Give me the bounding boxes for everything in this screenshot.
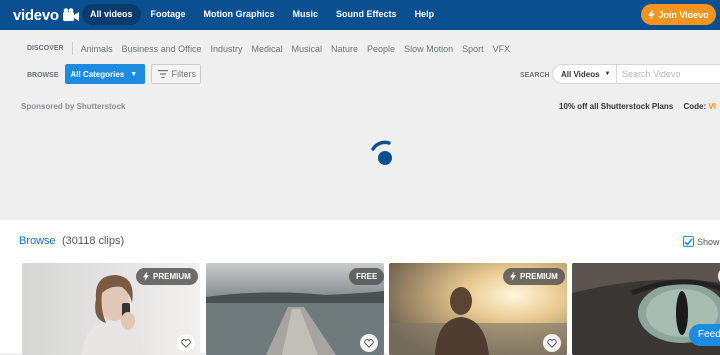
filter-icon bbox=[157, 70, 168, 78]
search-type-value: All Videos bbox=[561, 69, 600, 79]
discover-category-musical[interactable]: Musical bbox=[292, 44, 323, 54]
search-type-dropdown[interactable]: All Videos ▼ bbox=[552, 64, 617, 84]
sponsored-text: Sponsored by Shutterstock bbox=[21, 102, 126, 111]
badge-label: FREE bbox=[356, 272, 378, 281]
browse-label: BROWSE bbox=[27, 71, 59, 79]
discover-category-people[interactable]: People bbox=[367, 44, 395, 54]
promo-code-label: Code: bbox=[683, 102, 707, 111]
show-toggle[interactable]: Show bbox=[683, 236, 720, 247]
show-checkbox[interactable] bbox=[683, 236, 694, 247]
nav-sound-effects[interactable]: Sound Effects bbox=[328, 4, 405, 25]
discover-category-nature[interactable]: Nature bbox=[331, 44, 358, 54]
logo-text: videvo bbox=[13, 6, 59, 24]
lightning-icon bbox=[648, 9, 656, 20]
discover-category-industry[interactable]: Industry bbox=[210, 44, 242, 54]
free-badge: FREE bbox=[349, 268, 384, 285]
promo-text: 10% off all Shutterstock Plans bbox=[559, 102, 674, 111]
discover-category-medical[interactable]: Medical bbox=[251, 44, 282, 54]
heart-icon bbox=[181, 338, 191, 348]
filters-button[interactable]: Filters bbox=[150, 64, 201, 84]
check-icon bbox=[684, 237, 693, 246]
discover-category-vfx[interactable]: VFX bbox=[493, 44, 511, 54]
join-videvo-button[interactable]: Join Videvo bbox=[641, 4, 716, 25]
promo-code: VI bbox=[708, 102, 716, 111]
results-title: Browse bbox=[19, 235, 56, 247]
results-count: (30118 clips) bbox=[62, 235, 125, 247]
browse-controls: BROWSE All Categories ▼ Filters bbox=[27, 64, 201, 84]
nav-motion-graphics[interactable]: Motion Graphics bbox=[196, 4, 283, 25]
main-nav: All videos Footage Motion Graphics Music… bbox=[82, 4, 444, 25]
clip-card[interactable]: PREMIUM bbox=[22, 263, 200, 355]
discover-label: DISCOVER bbox=[27, 45, 64, 52]
search-label: SEARCH bbox=[520, 72, 550, 79]
premium-badge: PREMIUM bbox=[136, 268, 198, 285]
discover-category-sport[interactable]: Sport bbox=[462, 44, 484, 54]
loading-spinner-icon bbox=[371, 140, 392, 165]
lightning-icon bbox=[143, 272, 149, 281]
discover-category-animals[interactable]: Animals bbox=[81, 44, 113, 54]
nav-footage[interactable]: Footage bbox=[143, 4, 194, 25]
favorite-button[interactable] bbox=[360, 334, 378, 352]
premium-badge: PREMIUM bbox=[503, 268, 565, 285]
nav-help[interactable]: Help bbox=[407, 4, 443, 25]
nav-music[interactable]: Music bbox=[285, 4, 327, 25]
camera-icon bbox=[62, 8, 79, 21]
all-categories-dropdown[interactable]: All Categories ▼ bbox=[64, 64, 145, 84]
join-label: Join Videvo bbox=[658, 9, 709, 20]
filters-label: Filters bbox=[171, 69, 197, 79]
nav-all-videos[interactable]: All videos bbox=[82, 4, 141, 25]
heart-icon bbox=[364, 338, 374, 348]
promo-banner[interactable]: 10% off all Shutterstock Plans Code: VI bbox=[559, 102, 716, 111]
favorite-button[interactable] bbox=[177, 334, 195, 352]
all-categories-label: All Categories bbox=[70, 69, 125, 79]
discover-category-slow-motion[interactable]: Slow Motion bbox=[404, 44, 453, 54]
badge-label: PREMIUM bbox=[520, 272, 558, 281]
favorite-button[interactable] bbox=[543, 334, 561, 352]
clip-card[interactable]: FREE bbox=[206, 263, 384, 355]
badge-label: PREMIUM bbox=[153, 272, 191, 281]
discover-bar: DISCOVER Animals Business and Office Ind… bbox=[27, 42, 519, 55]
discover-category-business[interactable]: Business and Office bbox=[122, 44, 202, 54]
search-input[interactable] bbox=[617, 64, 720, 84]
discover-divider bbox=[71, 42, 73, 55]
videvo-logo[interactable]: videvo bbox=[13, 6, 80, 24]
clip-card[interactable]: PREMIUM bbox=[389, 263, 567, 355]
top-navigation-bar: videvo All videos Footage Motion Graphic… bbox=[0, 0, 720, 30]
feedback-button[interactable]: Feed bbox=[689, 324, 720, 346]
heart-icon bbox=[547, 338, 557, 348]
chevron-down-icon: ▼ bbox=[130, 70, 138, 78]
lightning-icon bbox=[510, 272, 516, 281]
show-label: Show bbox=[697, 236, 720, 247]
caret-down-icon: ▼ bbox=[604, 71, 611, 77]
